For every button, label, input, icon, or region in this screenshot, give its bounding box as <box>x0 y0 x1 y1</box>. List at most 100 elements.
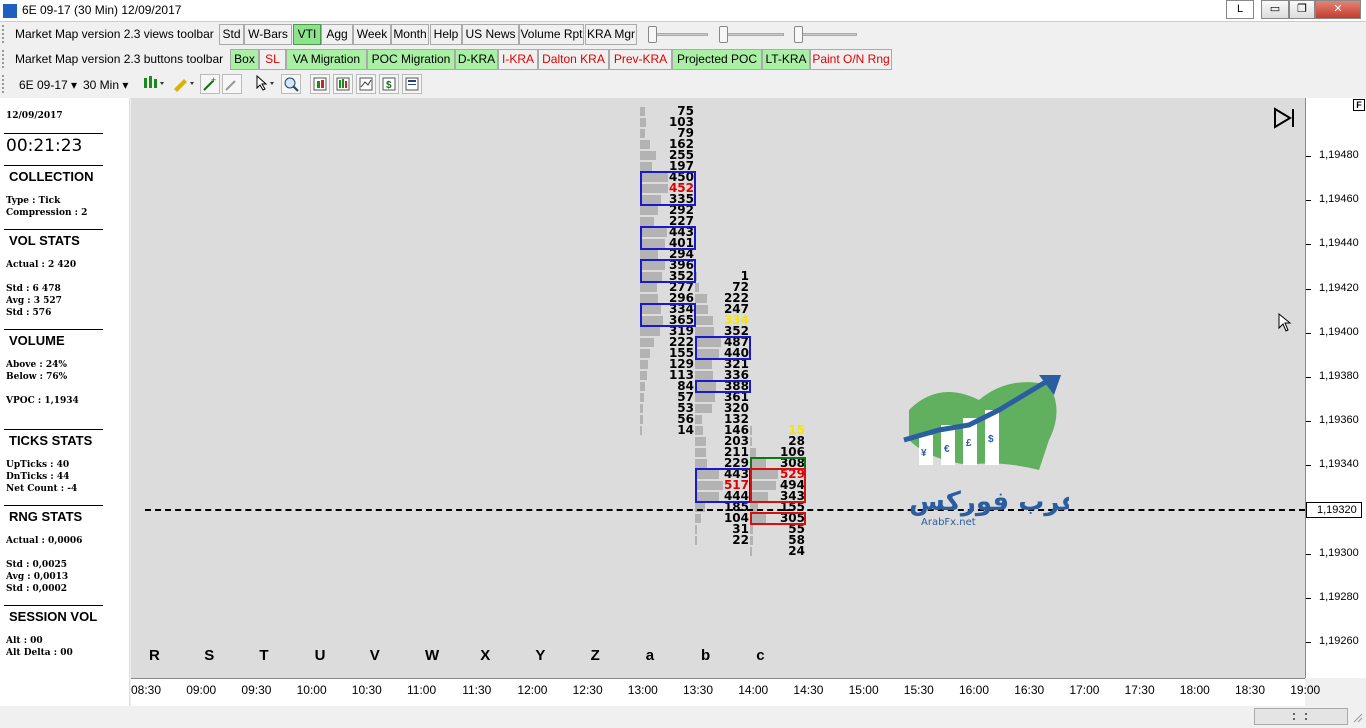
view-wbars-button[interactable]: W-Bars <box>244 24 292 45</box>
profile-box <box>695 336 751 360</box>
price-tick-mark <box>1306 377 1311 378</box>
horizontal-scrollbar[interactable] <box>1254 708 1348 725</box>
rng-std: Std : 0,0025 <box>6 560 67 570</box>
period-letter: S <box>204 647 215 664</box>
time-tick: 18:30 <box>1235 683 1266 697</box>
f-button[interactable]: F <box>1353 99 1365 111</box>
collection-type: Type : Tick <box>6 196 61 206</box>
skip-to-end-icon[interactable] <box>1273 107 1297 129</box>
time-tick: 12:30 <box>572 683 603 697</box>
magnifier-icon[interactable] <box>281 74 301 94</box>
time-axis[interactable]: 08:30 09:00 09:30 10:00 10:30 11:00 11:30 12:00… <box>131 678 1320 706</box>
resize-grip-icon[interactable] <box>1352 710 1364 724</box>
separator <box>4 505 103 506</box>
profile-bar <box>640 393 644 402</box>
rng-actual: Actual : 0,0006 <box>6 536 83 546</box>
period-letter: U <box>314 647 326 664</box>
profile-bar <box>750 426 752 435</box>
session-vol-heading: SESSION VOL <box>9 609 98 624</box>
price-tick: 1,19360 <box>1319 414 1359 427</box>
svg-text:$: $ <box>988 434 994 445</box>
d-kra-button[interactable]: D-KRA <box>455 49 498 70</box>
profile-bar <box>640 404 643 413</box>
chevron-down-icon: ▾ <box>71 78 78 92</box>
slider-3-thumb[interactable] <box>794 26 803 43</box>
profile-bar <box>640 338 654 347</box>
chart-area[interactable]: 75 103 79 162 255 197 450 452 335 292 227 443 401 294… <box>131 98 1305 678</box>
instrument-dropdown[interactable]: 6E 09-17 ▾ <box>19 75 77 95</box>
period-dropdown[interactable]: 30 Min ▾ <box>83 75 128 95</box>
net-count: Net Count : -4 <box>6 484 78 494</box>
separator <box>4 133 103 134</box>
period-label: 30 Min <box>83 78 120 92</box>
view-std-button[interactable]: Std <box>219 24 244 45</box>
price-tick-mark <box>1306 332 1311 334</box>
va-migration-button[interactable]: VA Migration <box>286 49 367 70</box>
price-tick-mark <box>1306 156 1311 157</box>
profile-value: 24 <box>788 544 805 558</box>
view-agg-button[interactable]: Agg <box>321 24 353 45</box>
current-price-label: 1,19320 <box>1306 502 1362 518</box>
time-tick: 09:00 <box>186 683 217 697</box>
price-tick-mark <box>1306 288 1311 290</box>
chart-style-2-icon[interactable] <box>333 74 353 94</box>
svg-text:€: € <box>944 444 950 455</box>
dalton-kra-button[interactable]: Dalton KRA <box>538 49 609 70</box>
l-button[interactable]: L <box>1226 0 1254 19</box>
time-tick: 08:30 <box>131 683 162 697</box>
lt-kra-button[interactable]: LT-KRA <box>762 49 810 70</box>
price-axis[interactable]: F 1,19480 1,19460 1,19440 1,19420 1,19400 1,1… <box>1305 98 1366 678</box>
sl-button[interactable]: SL <box>259 49 286 70</box>
chart-style-1-icon[interactable] <box>310 74 330 94</box>
profile-bar <box>640 371 647 380</box>
svg-text:£: £ <box>966 438 972 449</box>
svg-text:$: $ <box>386 80 392 91</box>
cursor-icon[interactable] <box>252 74 278 94</box>
view-volume-rpt-button[interactable]: Volume Rpt <box>519 24 584 45</box>
chart-style-3-icon[interactable] <box>356 74 376 94</box>
close-icon[interactable]: ✕ <box>1315 0 1361 19</box>
view-us-news-button[interactable]: US News <box>462 24 519 45</box>
chevron-down-icon: ▾ <box>122 78 129 92</box>
minimize-icon[interactable]: ▭ <box>1261 0 1289 19</box>
price-tick: 1,19400 <box>1319 325 1359 338</box>
dollar-icon[interactable]: $ <box>379 74 399 94</box>
pencil-icon[interactable] <box>170 74 196 94</box>
paint-on-rng-button[interactable]: Paint O/N Rng <box>810 49 892 70</box>
view-month-button[interactable]: Month <box>391 24 429 45</box>
watermark-text: عرب فوركس <box>909 487 1069 517</box>
buttons-toolbar-label: Market Map version 2.3 buttons toolbar <box>15 52 224 66</box>
scrollbar-grip[interactable] <box>1293 713 1307 720</box>
profile-bar <box>640 217 654 226</box>
time-tick: 11:00 <box>407 683 437 697</box>
status-bar <box>0 706 1366 728</box>
panel-icon[interactable] <box>402 74 422 94</box>
toolbar-grip[interactable] <box>2 75 6 93</box>
profile-bar <box>750 437 752 446</box>
profile-bar <box>640 140 650 149</box>
prev-kra-button[interactable]: Prev-KRA <box>609 49 672 70</box>
view-week-button[interactable]: Week <box>353 24 391 45</box>
view-help-button[interactable]: Help <box>430 24 462 45</box>
slider-1-thumb[interactable] <box>648 26 657 43</box>
bar-type-icon[interactable] <box>140 74 166 94</box>
time-tick: 10:30 <box>351 683 382 697</box>
compression: Compression : 2 <box>6 208 88 218</box>
zoom-out-icon[interactable] <box>222 74 242 94</box>
toolbar-grip[interactable] <box>2 50 6 68</box>
i-kra-button[interactable]: I-KRA <box>498 49 538 70</box>
slider-2-thumb[interactable] <box>719 26 728 43</box>
box-button[interactable]: Box <box>230 49 259 70</box>
time-tick: 13:30 <box>683 683 714 697</box>
toolbar-grip[interactable] <box>2 25 6 43</box>
projected-poc-button[interactable]: Projected POC <box>672 49 762 70</box>
view-kra-mgr-button[interactable]: KRA Mgr <box>585 24 637 45</box>
vol-avg: Avg : 3 527 <box>6 296 62 306</box>
profile-bar <box>640 162 652 171</box>
maximize-icon[interactable]: ❐ <box>1289 0 1315 19</box>
view-vti-button[interactable]: VTI <box>293 24 321 45</box>
zoom-in-icon[interactable]: + <box>200 74 220 94</box>
poc-migration-button[interactable]: POC Migration <box>367 49 455 70</box>
views-toolbar: Market Map version 2.3 views toolbar Std… <box>0 22 1366 47</box>
profile-box <box>750 468 806 503</box>
